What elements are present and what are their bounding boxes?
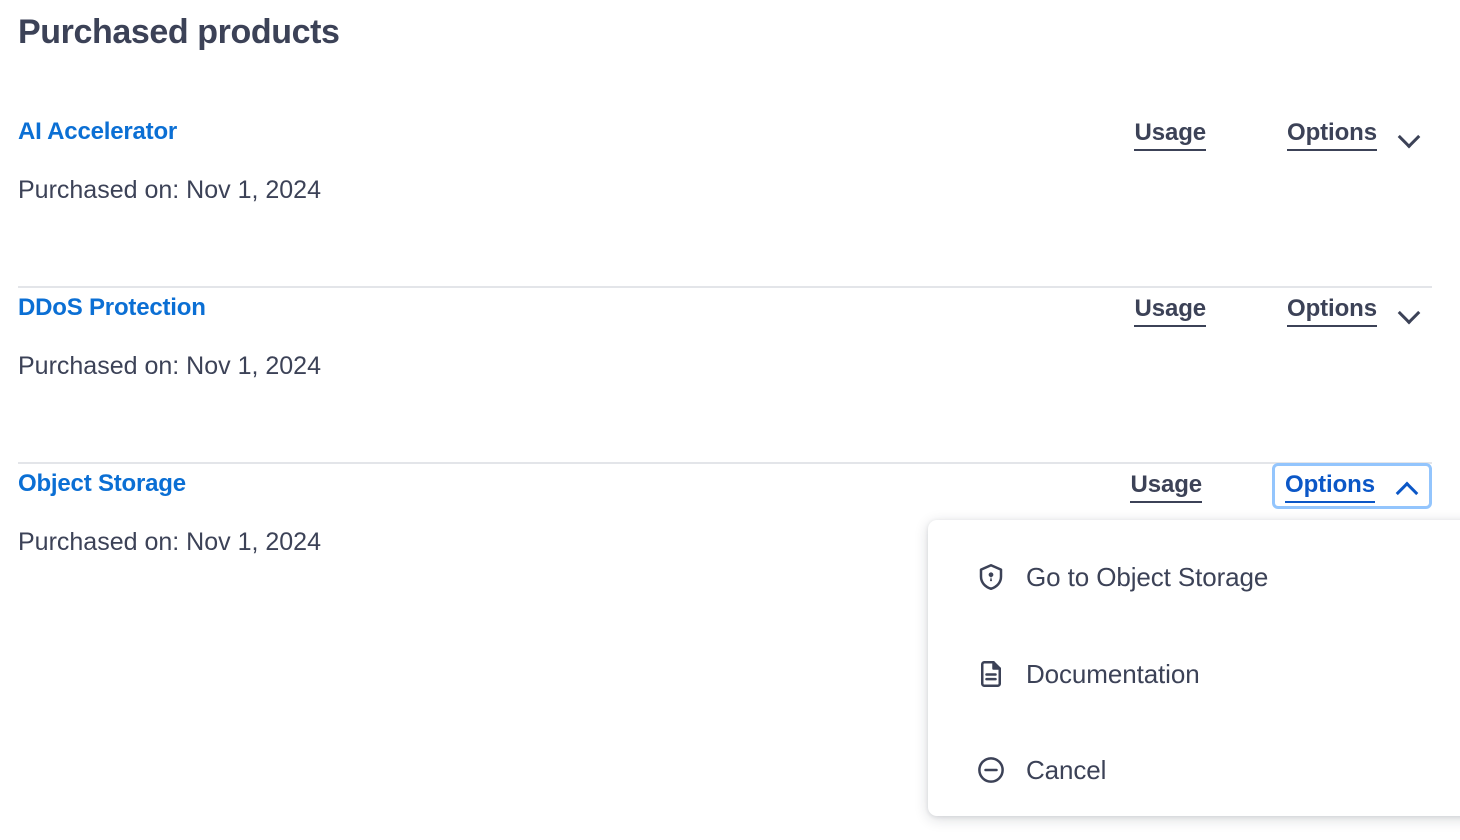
- chevron-down-icon: [1399, 304, 1421, 318]
- options-dropdown-menu: Go to Object Storage Documentation Cance…: [928, 520, 1460, 816]
- chevron-up-icon: [1397, 480, 1419, 494]
- document-icon: [976, 659, 1006, 689]
- product-link-object-storage[interactable]: Object Storage: [18, 468, 186, 500]
- options-button-object-storage[interactable]: Options: [1272, 463, 1432, 509]
- menu-item-documentation[interactable]: Documentation: [928, 626, 1460, 722]
- menu-item-label: Documentation: [1026, 659, 1200, 689]
- usage-link-object-storage[interactable]: Usage: [1130, 470, 1202, 503]
- product-row-actions: Usage Options: [1130, 463, 1432, 509]
- chevron-down-icon: [1399, 128, 1421, 142]
- product-row-actions: Usage Options: [1134, 112, 1432, 156]
- menu-item-label: Cancel: [1026, 755, 1107, 785]
- shield-keyhole-icon: [976, 562, 1006, 592]
- product-link-ai-accelerator[interactable]: AI Accelerator: [18, 116, 177, 148]
- options-button-ai-accelerator[interactable]: Options: [1276, 111, 1432, 157]
- product-purchase-date: Purchased on: Nov 1, 2024: [18, 176, 321, 204]
- page-title: Purchased products: [18, 13, 340, 51]
- minus-circle-icon: [976, 755, 1006, 785]
- purchased-products-page: Purchased products AI Accelerator Purcha…: [0, 0, 1460, 840]
- options-button-label: Options: [1285, 470, 1375, 503]
- menu-item-cancel[interactable]: Cancel: [928, 722, 1460, 816]
- options-button-ddos-protection[interactable]: Options: [1276, 287, 1432, 333]
- product-row: DDoS Protection Purchased on: Nov 1, 202…: [0, 288, 1460, 464]
- menu-item-go-to-object-storage[interactable]: Go to Object Storage: [928, 528, 1460, 626]
- options-button-label: Options: [1287, 294, 1377, 327]
- product-row-actions: Usage Options: [1134, 288, 1432, 332]
- product-purchase-date: Purchased on: Nov 1, 2024: [18, 528, 321, 556]
- product-purchase-date: Purchased on: Nov 1, 2024: [18, 352, 321, 380]
- product-link-ddos-protection[interactable]: DDoS Protection: [18, 292, 206, 324]
- menu-item-label: Go to Object Storage: [1026, 562, 1269, 592]
- usage-link-ai-accelerator[interactable]: Usage: [1134, 118, 1206, 151]
- usage-link-ddos-protection[interactable]: Usage: [1134, 294, 1206, 327]
- product-row: AI Accelerator Purchased on: Nov 1, 2024…: [0, 112, 1460, 288]
- options-button-label: Options: [1287, 118, 1377, 151]
